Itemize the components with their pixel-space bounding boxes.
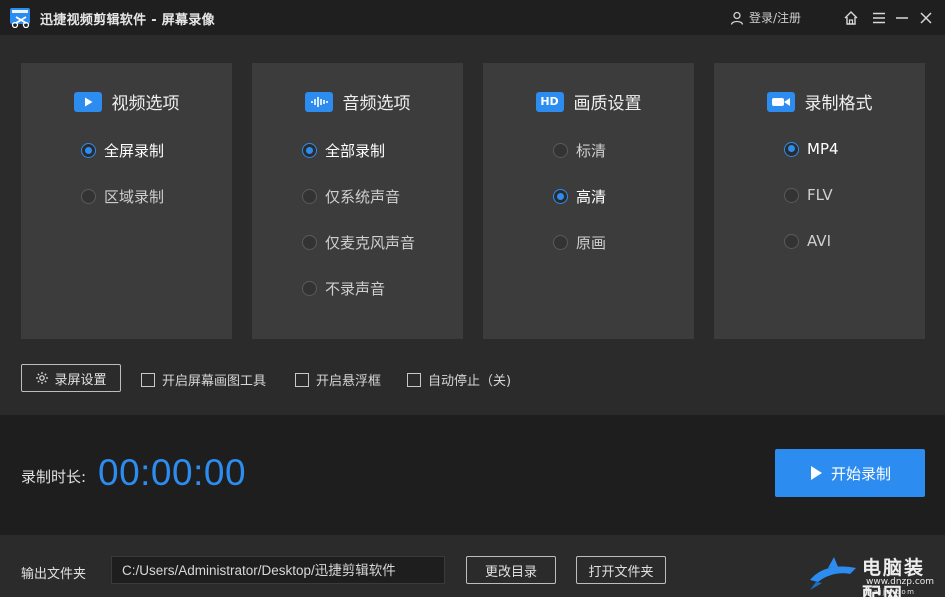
card-header: 音频选项 bbox=[252, 89, 463, 114]
timer-panel: 录制时长: 00:00:00 开始录制 bbox=[0, 415, 945, 535]
option-original-quality[interactable]: 原画 bbox=[553, 232, 606, 253]
window-title: 迅捷视频剪辑软件 - 屏幕录像 bbox=[40, 13, 215, 28]
option-record-all-audio[interactable]: 全部录制 bbox=[302, 140, 385, 161]
duration-label: 录制时长: bbox=[21, 468, 87, 486]
checkbox-label: 开启悬浮框 bbox=[316, 374, 382, 389]
card-title: 画质设置 bbox=[573, 94, 642, 114]
card-header: 录制格式 bbox=[714, 89, 925, 114]
title-bar: 迅捷视频剪辑软件 - 屏幕录像 登录/注册 bbox=[0, 0, 945, 35]
option-system-audio[interactable]: 仅系统声音 bbox=[302, 186, 400, 207]
option-format-avi[interactable]: AVI bbox=[784, 232, 831, 250]
camera-icon bbox=[766, 91, 795, 112]
record-settings-label: 录屏设置 bbox=[54, 372, 107, 388]
app-logo-icon bbox=[10, 8, 30, 28]
checkbox-auto-stop[interactable]: 自动停止（关) bbox=[407, 370, 511, 389]
radio-button[interactable] bbox=[302, 189, 317, 204]
radio-button[interactable] bbox=[553, 235, 568, 250]
option-label: AVI bbox=[807, 232, 831, 250]
checkbox-label: 自动停止（关) bbox=[428, 374, 512, 389]
option-label: 原画 bbox=[576, 234, 607, 252]
audio-wave-icon bbox=[304, 91, 333, 112]
option-format-mp4[interactable]: MP4 bbox=[784, 140, 839, 158]
output-folder-label: 输出文件夹 bbox=[21, 567, 87, 582]
option-standard-quality[interactable]: 标清 bbox=[553, 140, 606, 161]
watermark-site: www.dnzp.com bbox=[866, 577, 935, 587]
start-recording-button[interactable]: 开始录制 bbox=[775, 449, 925, 497]
close-button[interactable] bbox=[917, 9, 935, 27]
radio-button[interactable] bbox=[81, 189, 96, 204]
option-mic-audio[interactable]: 仅麦克风声音 bbox=[302, 232, 415, 253]
login-link[interactable]: 登录/注册 bbox=[730, 9, 801, 26]
option-label: 仅系统声音 bbox=[325, 188, 401, 206]
close-icon bbox=[920, 12, 932, 24]
card-title: 音频选项 bbox=[342, 94, 411, 114]
checkbox-floating-window[interactable]: 开启悬浮框 bbox=[295, 370, 381, 389]
radio-button[interactable] bbox=[553, 143, 568, 158]
radio-button[interactable] bbox=[784, 141, 799, 157]
option-fullscreen[interactable]: 全屏录制 bbox=[81, 140, 164, 161]
checkbox[interactable] bbox=[295, 372, 309, 387]
option-label: MP4 bbox=[807, 140, 839, 158]
checkbox-label: 开启屏幕画图工具 bbox=[162, 374, 267, 389]
radio-button[interactable] bbox=[784, 233, 799, 249]
option-label: FLV bbox=[807, 186, 833, 204]
radio-button[interactable] bbox=[302, 143, 317, 158]
hd-icon: HD bbox=[535, 91, 564, 112]
card-title: 视频选项 bbox=[111, 94, 180, 114]
checkbox[interactable] bbox=[407, 372, 421, 387]
option-label: 标清 bbox=[576, 142, 607, 160]
audio-options-card: 音频选项 全部录制 仅系统声音 仅麦克风声音 不录声音 bbox=[252, 63, 463, 339]
option-label: 全屏录制 bbox=[104, 142, 165, 160]
option-no-audio[interactable]: 不录声音 bbox=[302, 278, 385, 299]
radio-button[interactable] bbox=[302, 235, 317, 250]
card-title: 录制格式 bbox=[804, 94, 873, 114]
watermark-logo: 电脑装配网 www.dnzp.com xajjn.com bbox=[806, 552, 945, 597]
menu-button[interactable] bbox=[870, 9, 888, 27]
card-header: HD 画质设置 bbox=[483, 89, 694, 114]
video-options-card: 视频选项 全屏录制 区域录制 bbox=[21, 63, 232, 339]
user-icon bbox=[730, 11, 744, 25]
watermark-sub: xajjn.com bbox=[868, 588, 916, 596]
quality-settings-card: HD 画质设置 标清 高清 原画 bbox=[483, 63, 694, 339]
record-settings-button[interactable]: 录屏设置 bbox=[21, 364, 121, 392]
option-label: 仅麦克风声音 bbox=[325, 234, 416, 252]
radio-button[interactable] bbox=[81, 143, 96, 158]
minimize-button[interactable] bbox=[893, 9, 911, 27]
output-panel: 输出文件夹 C:/Users/Administrator/Desktop/迅捷剪… bbox=[0, 535, 945, 597]
login-label: 登录/注册 bbox=[749, 11, 802, 25]
option-label: 区域录制 bbox=[104, 188, 165, 206]
home-button[interactable] bbox=[842, 9, 860, 27]
radio-button[interactable] bbox=[553, 189, 568, 204]
option-label: 高清 bbox=[576, 188, 607, 206]
change-directory-button[interactable]: 更改目录 bbox=[466, 556, 556, 584]
radio-button[interactable] bbox=[784, 187, 799, 203]
checkbox[interactable] bbox=[141, 372, 155, 387]
start-recording-label: 开始录制 bbox=[830, 464, 891, 483]
option-high-quality[interactable]: 高清 bbox=[553, 186, 606, 207]
card-header: 视频选项 bbox=[21, 89, 232, 114]
shark-icon bbox=[810, 557, 856, 590]
option-label: 不录声音 bbox=[325, 280, 386, 298]
video-icon bbox=[73, 91, 102, 112]
minimize-icon bbox=[896, 17, 908, 19]
duration-value: 00:00:00 bbox=[98, 452, 247, 493]
play-icon bbox=[810, 466, 822, 480]
home-icon bbox=[844, 11, 858, 25]
record-format-card: 录制格式 MP4 FLV AVI bbox=[714, 63, 925, 339]
menu-icon bbox=[873, 12, 885, 24]
gear-icon bbox=[36, 372, 49, 384]
options-area: 视频选项 全屏录制 区域录制 音频选项 全部录制 仅系统声音 仅麦克风声音 不录… bbox=[0, 35, 945, 415]
option-region[interactable]: 区域录制 bbox=[81, 186, 164, 207]
open-folder-button[interactable]: 打开文件夹 bbox=[576, 556, 666, 584]
radio-button[interactable] bbox=[302, 281, 317, 296]
option-format-flv[interactable]: FLV bbox=[784, 186, 833, 204]
checkbox-drawing-tool[interactable]: 开启屏幕画图工具 bbox=[141, 370, 266, 389]
output-path-field[interactable]: C:/Users/Administrator/Desktop/迅捷剪辑软件 bbox=[111, 556, 445, 584]
option-label: 全部录制 bbox=[325, 142, 386, 160]
